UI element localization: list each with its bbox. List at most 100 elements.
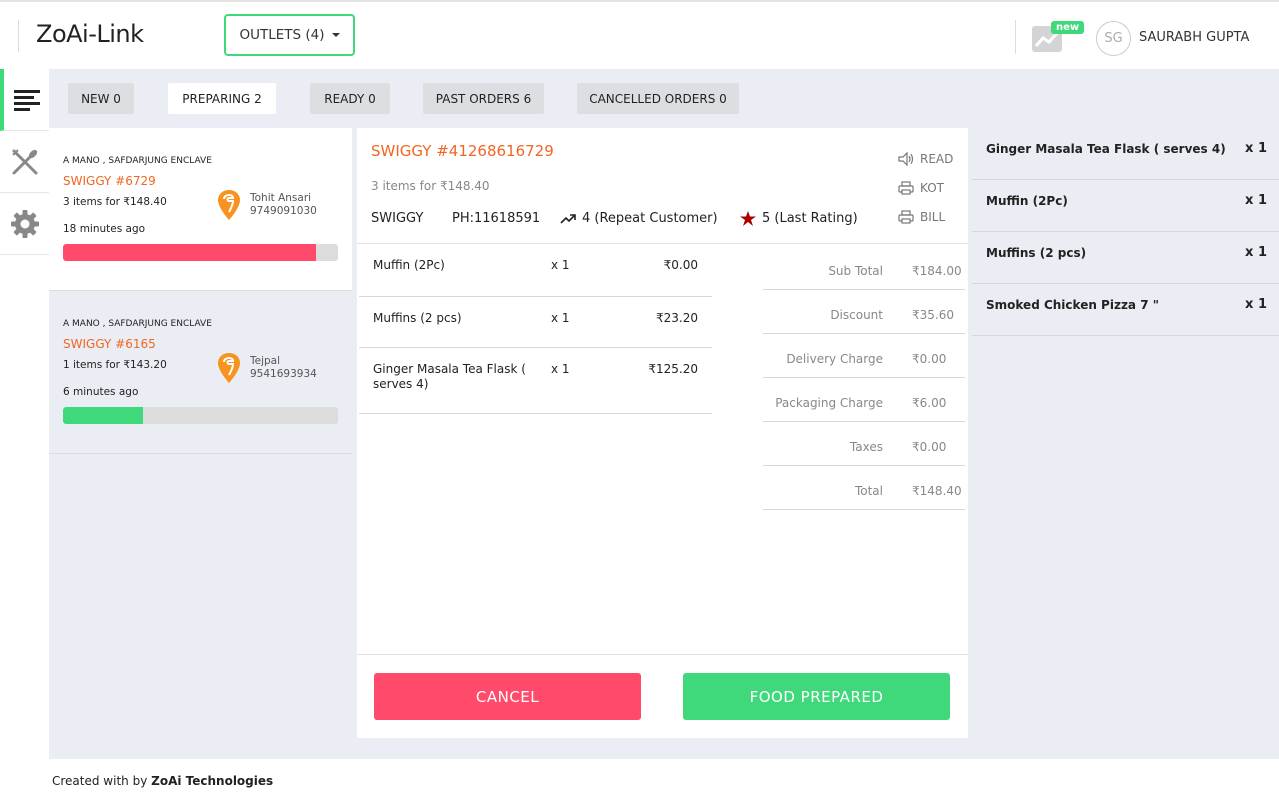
header-divider — [1015, 20, 1016, 54]
summary-item-name: Ginger Masala Tea Flask ( serves 4) — [986, 142, 1226, 156]
bill-row-delivery: Delivery Charge ₹0.00 — [763, 334, 965, 378]
detail-items-summary: 3 items for ₹148.40 — [371, 179, 490, 193]
item-name: Muffins (2 pcs) — [373, 311, 462, 325]
order-outlet: A MANO , SAFDARJUNG ENCLAVE — [63, 156, 212, 166]
bill-row-taxes: Taxes ₹0.00 — [763, 422, 965, 466]
food-prepared-button[interactable]: FOOD PREPARED — [683, 673, 950, 720]
bill-label: Packaging Charge — [775, 396, 883, 410]
cancel-order-button[interactable]: CANCEL — [374, 673, 641, 720]
detail-repeat-customer: 4 (Repeat Customer) — [560, 211, 718, 226]
item-qty: x 1 — [551, 258, 570, 272]
restaurant-menu-icon — [11, 148, 37, 174]
summary-row: Ginger Masala Tea Flask ( serves 4) x 1 — [972, 128, 1279, 180]
tab-past-orders[interactable]: PAST ORDERS 6 — [423, 83, 544, 114]
footer-prefix: Created with by — [52, 774, 148, 788]
item-price: ₹0.00 — [663, 258, 698, 272]
detail-footer-divider — [357, 654, 968, 655]
rating-text: 5 (Last Rating) — [762, 211, 858, 226]
outlets-label: OUTLETS (4) — [239, 27, 325, 43]
speaker-icon — [898, 152, 914, 166]
app-brand: ZoAi-Link — [36, 20, 144, 48]
printer-icon — [898, 210, 914, 224]
summary-item-qty: x 1 — [1245, 141, 1267, 156]
order-detail-panel: SWIGGY #41268616729 3 items for ₹148.40 … — [357, 128, 968, 738]
item-qty: x 1 — [551, 362, 570, 376]
bill-label: Sub Total — [828, 264, 883, 278]
order-id: SWIGGY #6729 — [63, 174, 156, 188]
read-label: READ — [920, 152, 954, 166]
summary-item-name: Smoked Chicken Pizza 7 " — [986, 298, 1159, 312]
kot-label: KOT — [920, 181, 944, 195]
bill-label: Delivery Charge — [786, 352, 883, 366]
item-name: Muffin (2Pc) — [373, 258, 445, 272]
read-button[interactable]: READ — [898, 152, 953, 166]
kitchen-summary-panel: Ginger Masala Tea Flask ( serves 4) x 1 … — [972, 128, 1279, 759]
settings-gear-icon — [10, 209, 39, 238]
tab-ready[interactable]: READY 0 — [310, 83, 390, 114]
tab-new[interactable]: NEW 0 — [68, 83, 134, 114]
app-header: ZoAi-Link OUTLETS (4) new SG SAURABH GUP… — [0, 2, 1279, 69]
summary-item-qty: x 1 — [1245, 193, 1267, 208]
order-customer: Tejpal 9541693934 — [250, 355, 317, 381]
bill-label: Discount — [830, 308, 883, 322]
detail-phone: PH:11618591 — [452, 211, 541, 226]
customer-name: Tohit Ansari — [250, 192, 312, 204]
progress-fill — [63, 244, 316, 261]
tab-preparing[interactable]: PREPARING 2 — [168, 83, 276, 114]
analytics-button[interactable]: new — [1032, 21, 1085, 58]
footer-company[interactable]: ZoAi Technologies — [151, 774, 273, 788]
detail-source: SWIGGY — [371, 211, 424, 226]
bill-row-discount: Discount ₹35.60 — [763, 290, 965, 334]
kot-button[interactable]: KOT — [898, 181, 944, 195]
nav-menu[interactable] — [0, 131, 49, 193]
order-progress-bar — [63, 407, 338, 424]
repeat-customer-text: 4 (Repeat Customer) — [582, 211, 718, 226]
customer-name: Tejpal — [250, 355, 281, 367]
bill-row-packaging: Packaging Charge ₹6.00 — [763, 378, 965, 422]
caret-down-icon — [331, 33, 340, 37]
trending-up-icon — [560, 213, 576, 224]
bill-button[interactable]: BILL — [898, 210, 945, 224]
left-nav — [0, 69, 49, 802]
nav-orders[interactable] — [0, 69, 49, 131]
bill-value: ₹6.00 — [912, 396, 947, 410]
swiggy-logo-icon — [218, 353, 240, 383]
order-time-ago: 6 minutes ago — [63, 386, 139, 398]
star-icon — [740, 211, 756, 226]
summary-item-qty: x 1 — [1245, 297, 1267, 312]
detail-order-id: SWIGGY #41268616729 — [371, 142, 554, 160]
bill-label: BILL — [920, 210, 946, 224]
outlets-dropdown[interactable]: OUTLETS (4) — [224, 14, 355, 56]
bill-label: Total — [854, 484, 883, 498]
order-item-row: Muffins (2 pcs) x 1 ₹23.20 — [359, 297, 712, 348]
bill-row-subtotal: Sub Total ₹184.00 — [763, 246, 965, 290]
customer-phone: 9541693934 — [250, 368, 317, 380]
user-name[interactable]: SAURABH GUPTA — [1139, 30, 1249, 45]
order-items-summary: 1 items for ₹143.20 — [63, 359, 167, 371]
progress-fill — [63, 407, 143, 424]
main-area: NEW 0 PREPARING 2 READY 0 PAST ORDERS 6 … — [49, 69, 1279, 759]
nav-settings[interactable] — [0, 193, 49, 255]
tab-cancelled-orders[interactable]: CANCELLED ORDERS 0 — [577, 83, 739, 114]
bill-value: ₹184.00 — [912, 264, 962, 278]
order-time-ago: 18 minutes ago — [63, 223, 146, 235]
summary-row: Muffin (2Pc) x 1 — [972, 180, 1279, 232]
item-price: ₹125.20 — [648, 362, 698, 376]
summary-row: Smoked Chicken Pizza 7 " x 1 — [972, 284, 1279, 336]
summary-item-name: Muffins (2 pcs) — [986, 246, 1087, 260]
avatar[interactable]: SG — [1096, 21, 1131, 56]
order-items-summary: 3 items for ₹148.40 — [63, 196, 167, 208]
bill-label: Taxes — [849, 440, 883, 454]
bill-value: ₹148.40 — [912, 484, 962, 498]
order-outlet: A MANO , SAFDARJUNG ENCLAVE — [63, 319, 212, 329]
order-id: SWIGGY #6165 — [63, 337, 156, 351]
customer-phone: 9749091030 — [250, 205, 317, 217]
bill-value: ₹0.00 — [912, 440, 947, 454]
swiggy-logo-icon — [218, 190, 240, 220]
brand-divider — [18, 20, 19, 52]
order-customer: Tohit Ansari 9749091030 — [250, 192, 317, 218]
item-price: ₹23.20 — [656, 311, 698, 325]
order-item-row: Muffin (2Pc) x 1 ₹0.00 — [359, 244, 712, 297]
order-card[interactable]: A MANO , SAFDARJUNG ENCLAVE SWIGGY #6165… — [49, 291, 352, 454]
order-card[interactable]: A MANO , SAFDARJUNG ENCLAVE SWIGGY #6729… — [49, 128, 352, 291]
